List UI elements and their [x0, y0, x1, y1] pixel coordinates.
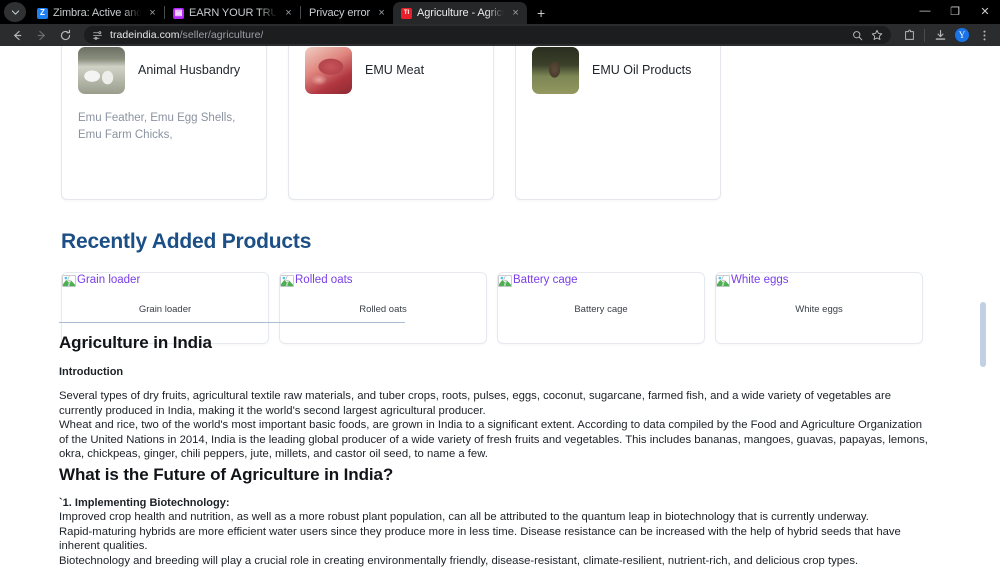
toolbar-divider — [924, 28, 925, 42]
tab-close-icon[interactable]: × — [146, 7, 159, 20]
category-card-header: Animal Husbandry — [78, 47, 250, 94]
broken-image-icon — [62, 275, 76, 287]
category-title: Animal Husbandry — [138, 63, 241, 77]
category-card-header: EMU Meat — [305, 47, 477, 94]
subcategory-link[interactable]: Emu Farm Chicks, — [78, 129, 173, 141]
profile-avatar[interactable]: Y — [952, 25, 972, 45]
tab-search-chevron-down-icon[interactable] — [4, 2, 26, 22]
web-page: Animal Husbandry Emu Feather, Emu Egg Sh… — [0, 46, 988, 570]
section-1-paragraph-2: Rapid-maturing hybrids are more efficien… — [59, 525, 901, 553]
download-icon[interactable] — [930, 25, 950, 45]
tab-favicon-letter: ▤ — [174, 8, 183, 17]
forward-arrow-icon[interactable] — [30, 25, 52, 45]
emu-bird-photo-thumbnail — [532, 47, 579, 94]
tab-favicon-tradeindia: TI — [401, 7, 413, 19]
tab-favicon-letter: Z — [40, 8, 45, 17]
meat-photo-thumbnail — [305, 47, 352, 94]
category-card-row: Animal Husbandry Emu Feather, Emu Egg Sh… — [61, 46, 926, 200]
window-controls: — ❐ ✕ — [910, 0, 1000, 24]
site-settings-icon[interactable] — [92, 30, 103, 41]
page-viewport: Animal Husbandry Emu Feather, Emu Egg Sh… — [0, 46, 1000, 570]
omnibox-actions — [852, 29, 883, 41]
category-subcategory-list: Emu Feather, Emu Egg Shells, Emu Farm Ch… — [78, 110, 250, 143]
section-1-heading: `1. Implementing Biotechnology: — [59, 496, 230, 509]
tab-title: EARN YOUR TRUST STAR — [189, 7, 277, 19]
tab-favicon-trust-star: ▤ — [173, 7, 184, 19]
tab-zimbra[interactable]: Z Zimbra: Active and Broke × — [29, 2, 164, 24]
zoom-search-icon[interactable] — [852, 30, 863, 41]
product-caption: Battery cage — [574, 304, 628, 315]
tab-close-icon[interactable]: × — [375, 7, 388, 20]
three-dot-menu-icon[interactable] — [974, 25, 994, 45]
product-caption: White eggs — [795, 304, 843, 315]
broken-image-alt-text: Battery cage — [513, 274, 578, 286]
section-1-paragraph-1: Improved crop health and nutrition, as w… — [59, 510, 869, 523]
category-card-animal-husbandry[interactable]: Animal Husbandry Emu Feather, Emu Egg Sh… — [61, 46, 267, 200]
browser-chrome: Z Zimbra: Active and Broke × ▤ EARN YOUR… — [0, 0, 1000, 46]
category-card-emu-meat[interactable]: EMU Meat — [288, 46, 494, 200]
back-arrow-icon[interactable] — [6, 25, 28, 45]
broken-image-white-eggs: White eggs — [716, 273, 789, 288]
new-tab-button[interactable]: + — [531, 3, 551, 23]
address-bar-url: tradeindia.com/seller/agriculture/ — [110, 29, 263, 41]
tab-favicon-letter: TI — [403, 10, 410, 16]
section-1-paragraph-3: Biotechnology and breeding will play a c… — [59, 554, 859, 567]
url-path: /seller/agriculture/ — [179, 29, 264, 41]
broken-image-icon — [716, 275, 730, 287]
tab-earn-your-trust-star[interactable]: ▤ EARN YOUR TRUST STAR × — [165, 2, 300, 24]
broken-image-grain-loader: Grain loader — [62, 273, 140, 288]
article-title: Agriculture in India — [59, 333, 212, 352]
broken-image-battery-cage: Battery cage — [498, 273, 578, 288]
browser-toolbar: tradeindia.com/seller/agriculture/ Y — [0, 24, 1000, 46]
tab-strip: Z Zimbra: Active and Broke × ▤ EARN YOUR… — [0, 0, 1000, 24]
introduction-heading: Introduction — [59, 366, 124, 378]
window-minimize-button[interactable]: — — [910, 0, 940, 22]
tab-privacy-error[interactable]: Privacy error × — [301, 2, 393, 24]
article-section: Agriculture in India Introduction Severa… — [59, 322, 928, 570]
page-scrollbar[interactable] — [976, 46, 988, 570]
section-divider — [59, 322, 405, 323]
tab-title: Agriculture - Agriculture — [417, 7, 504, 19]
product-caption: Grain loader — [138, 304, 192, 315]
reload-arrow-icon[interactable] — [54, 25, 76, 45]
subcategory-link[interactable]: Emu Egg Shells, — [150, 112, 235, 124]
tab-close-icon[interactable]: × — [282, 7, 295, 20]
product-caption: Rolled oats — [359, 304, 407, 315]
address-bar[interactable]: tradeindia.com/seller/agriculture/ — [84, 26, 891, 44]
url-domain: tradeindia.com — [110, 29, 180, 41]
broken-image-alt-text: Grain loader — [77, 274, 141, 286]
tab-agriculture[interactable]: TI Agriculture - Agriculture × — [393, 2, 528, 24]
category-title: EMU Meat — [365, 63, 425, 77]
tab-title: Privacy error — [309, 7, 371, 19]
profile-avatar-letter: Y — [955, 28, 969, 42]
recently-added-products-heading: Recently Added Products — [61, 230, 312, 253]
introduction-paragraph-2: Wheat and rice, two of the world's most … — [59, 419, 928, 461]
broken-image-rolled-oats: Rolled oats — [280, 273, 353, 288]
scrollbar-thumb[interactable] — [980, 302, 986, 367]
broken-image-icon — [280, 275, 294, 287]
category-card-header: EMU Oil Products — [532, 47, 704, 94]
broken-image-icon — [498, 275, 512, 287]
star-icon[interactable] — [871, 29, 883, 41]
introduction-paragraph-1: Several types of dry fruits, agricultura… — [59, 390, 891, 417]
broken-image-alt-text: White eggs — [731, 274, 789, 286]
tab-favicon-zimbra: Z — [37, 7, 48, 19]
window-close-button[interactable]: ✕ — [970, 0, 1000, 22]
broken-image-alt-text: Rolled oats — [295, 274, 353, 286]
category-card-emu-oil-products[interactable]: EMU Oil Products — [515, 46, 721, 200]
category-title: EMU Oil Products — [592, 63, 692, 77]
tab-close-icon[interactable]: × — [509, 7, 522, 20]
future-of-agriculture-heading: What is the Future of Agriculture in Ind… — [59, 464, 394, 484]
tab-title: Zimbra: Active and Broke — [53, 7, 141, 19]
subcategory-link[interactable]: Emu Feather, — [78, 112, 147, 124]
extensions-puzzle-icon[interactable] — [899, 25, 919, 45]
window-maximize-button[interactable]: ❐ — [940, 0, 970, 22]
cow-photo-thumbnail — [78, 47, 125, 94]
